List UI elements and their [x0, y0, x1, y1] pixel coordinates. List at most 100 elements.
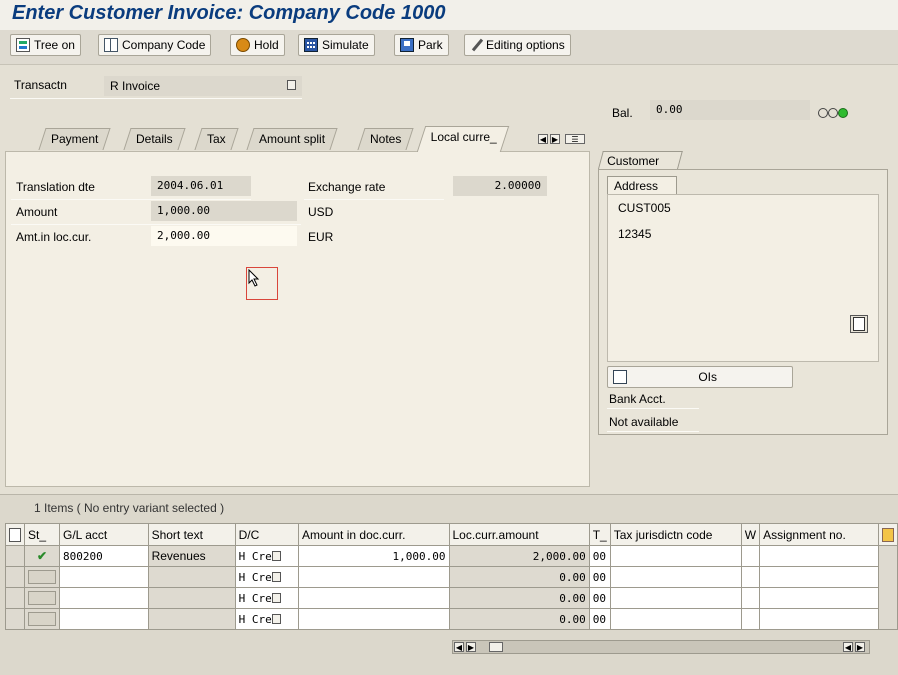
amt-loc-label: Amt.in loc.cur.	[16, 230, 92, 244]
col-amount-doc[interactable]: Amount in doc.curr.	[298, 523, 450, 546]
tab-scroll-left-icon[interactable]: ◀	[538, 134, 548, 144]
cell-assignment[interactable]	[759, 608, 879, 630]
cell-w-checkbox[interactable]	[740, 608, 761, 630]
cell-tax-jurisdiction[interactable]	[609, 608, 742, 630]
col-status[interactable]: St_	[24, 523, 60, 546]
dropdown-icon	[271, 571, 281, 582]
cell-dc[interactable]: H Cre	[234, 566, 300, 588]
cell-gl-account[interactable]: 800200	[59, 545, 149, 567]
field-underline	[11, 199, 251, 200]
cell-tax-jurisdiction[interactable]	[609, 545, 742, 567]
col-gl-account[interactable]: G/L acct	[59, 523, 149, 546]
row-selector[interactable]	[5, 587, 25, 609]
pencil-icon	[470, 39, 482, 51]
cell-tax[interactable]: 00	[588, 566, 611, 588]
scroll-right-icon[interactable]: ▶	[855, 642, 865, 652]
col-tax[interactable]: T_	[588, 523, 611, 546]
amount-currency: USD	[308, 205, 334, 219]
park-button[interactable]: Park	[394, 34, 449, 56]
cell-assignment[interactable]	[759, 587, 879, 609]
cell-amount-loc: 0.00	[448, 608, 590, 630]
items-caption: 1 Items ( No entry variant selected )	[34, 501, 225, 515]
tab-amount-split[interactable]: Amount split	[246, 128, 338, 150]
cell-tax[interactable]: 00	[588, 545, 611, 567]
hold-icon	[236, 38, 250, 52]
cell-dc[interactable]: H Cre	[234, 587, 300, 609]
park-label: Park	[418, 38, 443, 52]
cell-amount-doc[interactable]: 1,000.00	[298, 545, 450, 567]
customer-tab: Customer	[598, 151, 683, 169]
scroll-left-icon[interactable]: ◀	[454, 642, 464, 652]
col-w[interactable]: W	[740, 523, 761, 546]
transaction-value: R Invoice	[110, 79, 161, 93]
col-tax-jurisdiction[interactable]: Tax jurisdictn code	[609, 523, 742, 546]
transaction-select[interactable]: R Invoice	[104, 76, 302, 96]
amt-loc-input[interactable]: 2,000.00	[151, 226, 297, 246]
cell-amount-loc: 0.00	[448, 566, 590, 588]
cell-tax[interactable]: 00	[588, 587, 611, 609]
field-underline	[10, 98, 302, 99]
hold-button[interactable]: Hold	[230, 34, 285, 56]
cell-tax-jurisdiction[interactable]	[609, 587, 742, 609]
vertical-scrollbar[interactable]	[877, 545, 898, 630]
cell-amount-doc[interactable]	[298, 566, 450, 588]
cell-tax-jurisdiction[interactable]	[609, 566, 742, 588]
scroll-left-icon[interactable]: ◀	[843, 642, 853, 652]
col-dc[interactable]: D/C	[234, 523, 300, 546]
cell-amount-doc[interactable]	[298, 608, 450, 630]
cell-w-checkbox[interactable]	[740, 587, 761, 609]
cell-dc[interactable]: H Cre	[234, 608, 300, 630]
row-status	[24, 608, 60, 630]
simulate-label: Simulate	[322, 38, 369, 52]
col-short-text[interactable]: Short text	[147, 523, 236, 546]
col-assignment[interactable]: Assignment no.	[759, 523, 879, 546]
row-selector[interactable]	[5, 608, 25, 630]
amount-label: Amount	[16, 205, 58, 219]
line-items-section: 1 Items ( No entry variant selected ) St…	[0, 494, 898, 675]
tab-list-icon[interactable]: ☰	[565, 134, 585, 144]
editing-options-label: Editing options	[486, 38, 565, 52]
scroll-thumb[interactable]	[489, 642, 503, 652]
dropdown-icon	[271, 550, 281, 561]
cell-w-checkbox[interactable]	[740, 545, 761, 567]
customer-panel: Address CUST005 12345 OIs Bank Acct. Not…	[598, 169, 888, 435]
tab-local-currency[interactable]: Local curre_	[416, 126, 510, 152]
table-row: H Cre 0.00 00	[5, 566, 898, 588]
row-status	[24, 587, 60, 609]
column-settings-icon[interactable]	[877, 523, 898, 546]
cell-assignment[interactable]	[759, 566, 879, 588]
editing-options-button[interactable]: Editing options	[464, 34, 571, 56]
company-code-button[interactable]: Company Code	[98, 34, 212, 56]
row-selector[interactable]	[5, 545, 25, 567]
exchange-rate-label: Exchange rate	[308, 180, 386, 194]
cell-dc[interactable]: H Cre	[234, 545, 300, 567]
ois-button[interactable]: OIs	[607, 366, 793, 388]
select-all-icon[interactable]	[5, 523, 25, 546]
cell-gl-account[interactable]	[59, 608, 149, 630]
address-detail-button[interactable]	[850, 315, 868, 333]
tab-scroll-right-icon[interactable]: ▶	[550, 134, 560, 144]
tree-on-label: Tree on	[34, 38, 75, 52]
scroll-right-icon[interactable]: ▶	[466, 642, 476, 652]
col-amount-loc[interactable]: Loc.curr.amount	[448, 523, 590, 546]
cell-gl-account[interactable]	[59, 587, 149, 609]
cell-gl-account[interactable]	[59, 566, 149, 588]
hold-label: Hold	[254, 38, 279, 52]
bank-account-value: Not available	[609, 415, 679, 429]
dropdown-icon	[271, 592, 281, 603]
row-selector[interactable]	[5, 566, 25, 588]
cell-amount-doc[interactable]	[298, 587, 450, 609]
translation-date-field: 2004.06.01	[151, 176, 251, 196]
cell-tax[interactable]: 00	[588, 608, 611, 630]
cell-assignment[interactable]	[759, 545, 879, 567]
tab-payment[interactable]: Payment	[38, 128, 111, 150]
simulate-button[interactable]: Simulate	[298, 34, 375, 56]
tab-tax[interactable]: Tax	[194, 128, 239, 150]
tab-details[interactable]: Details	[123, 128, 186, 150]
tab-notes[interactable]: Notes	[357, 128, 414, 150]
tree-on-button[interactable]: Tree on	[10, 34, 81, 56]
table-row: ✔ 800200 Revenues H Cre 1,000.00 2,000.0…	[5, 545, 898, 630]
horizontal-scrollbar[interactable]: ◀ ▶ ◀ ▶	[452, 640, 870, 654]
cell-w-checkbox[interactable]	[740, 566, 761, 588]
customer-postal: 12345	[618, 227, 652, 241]
